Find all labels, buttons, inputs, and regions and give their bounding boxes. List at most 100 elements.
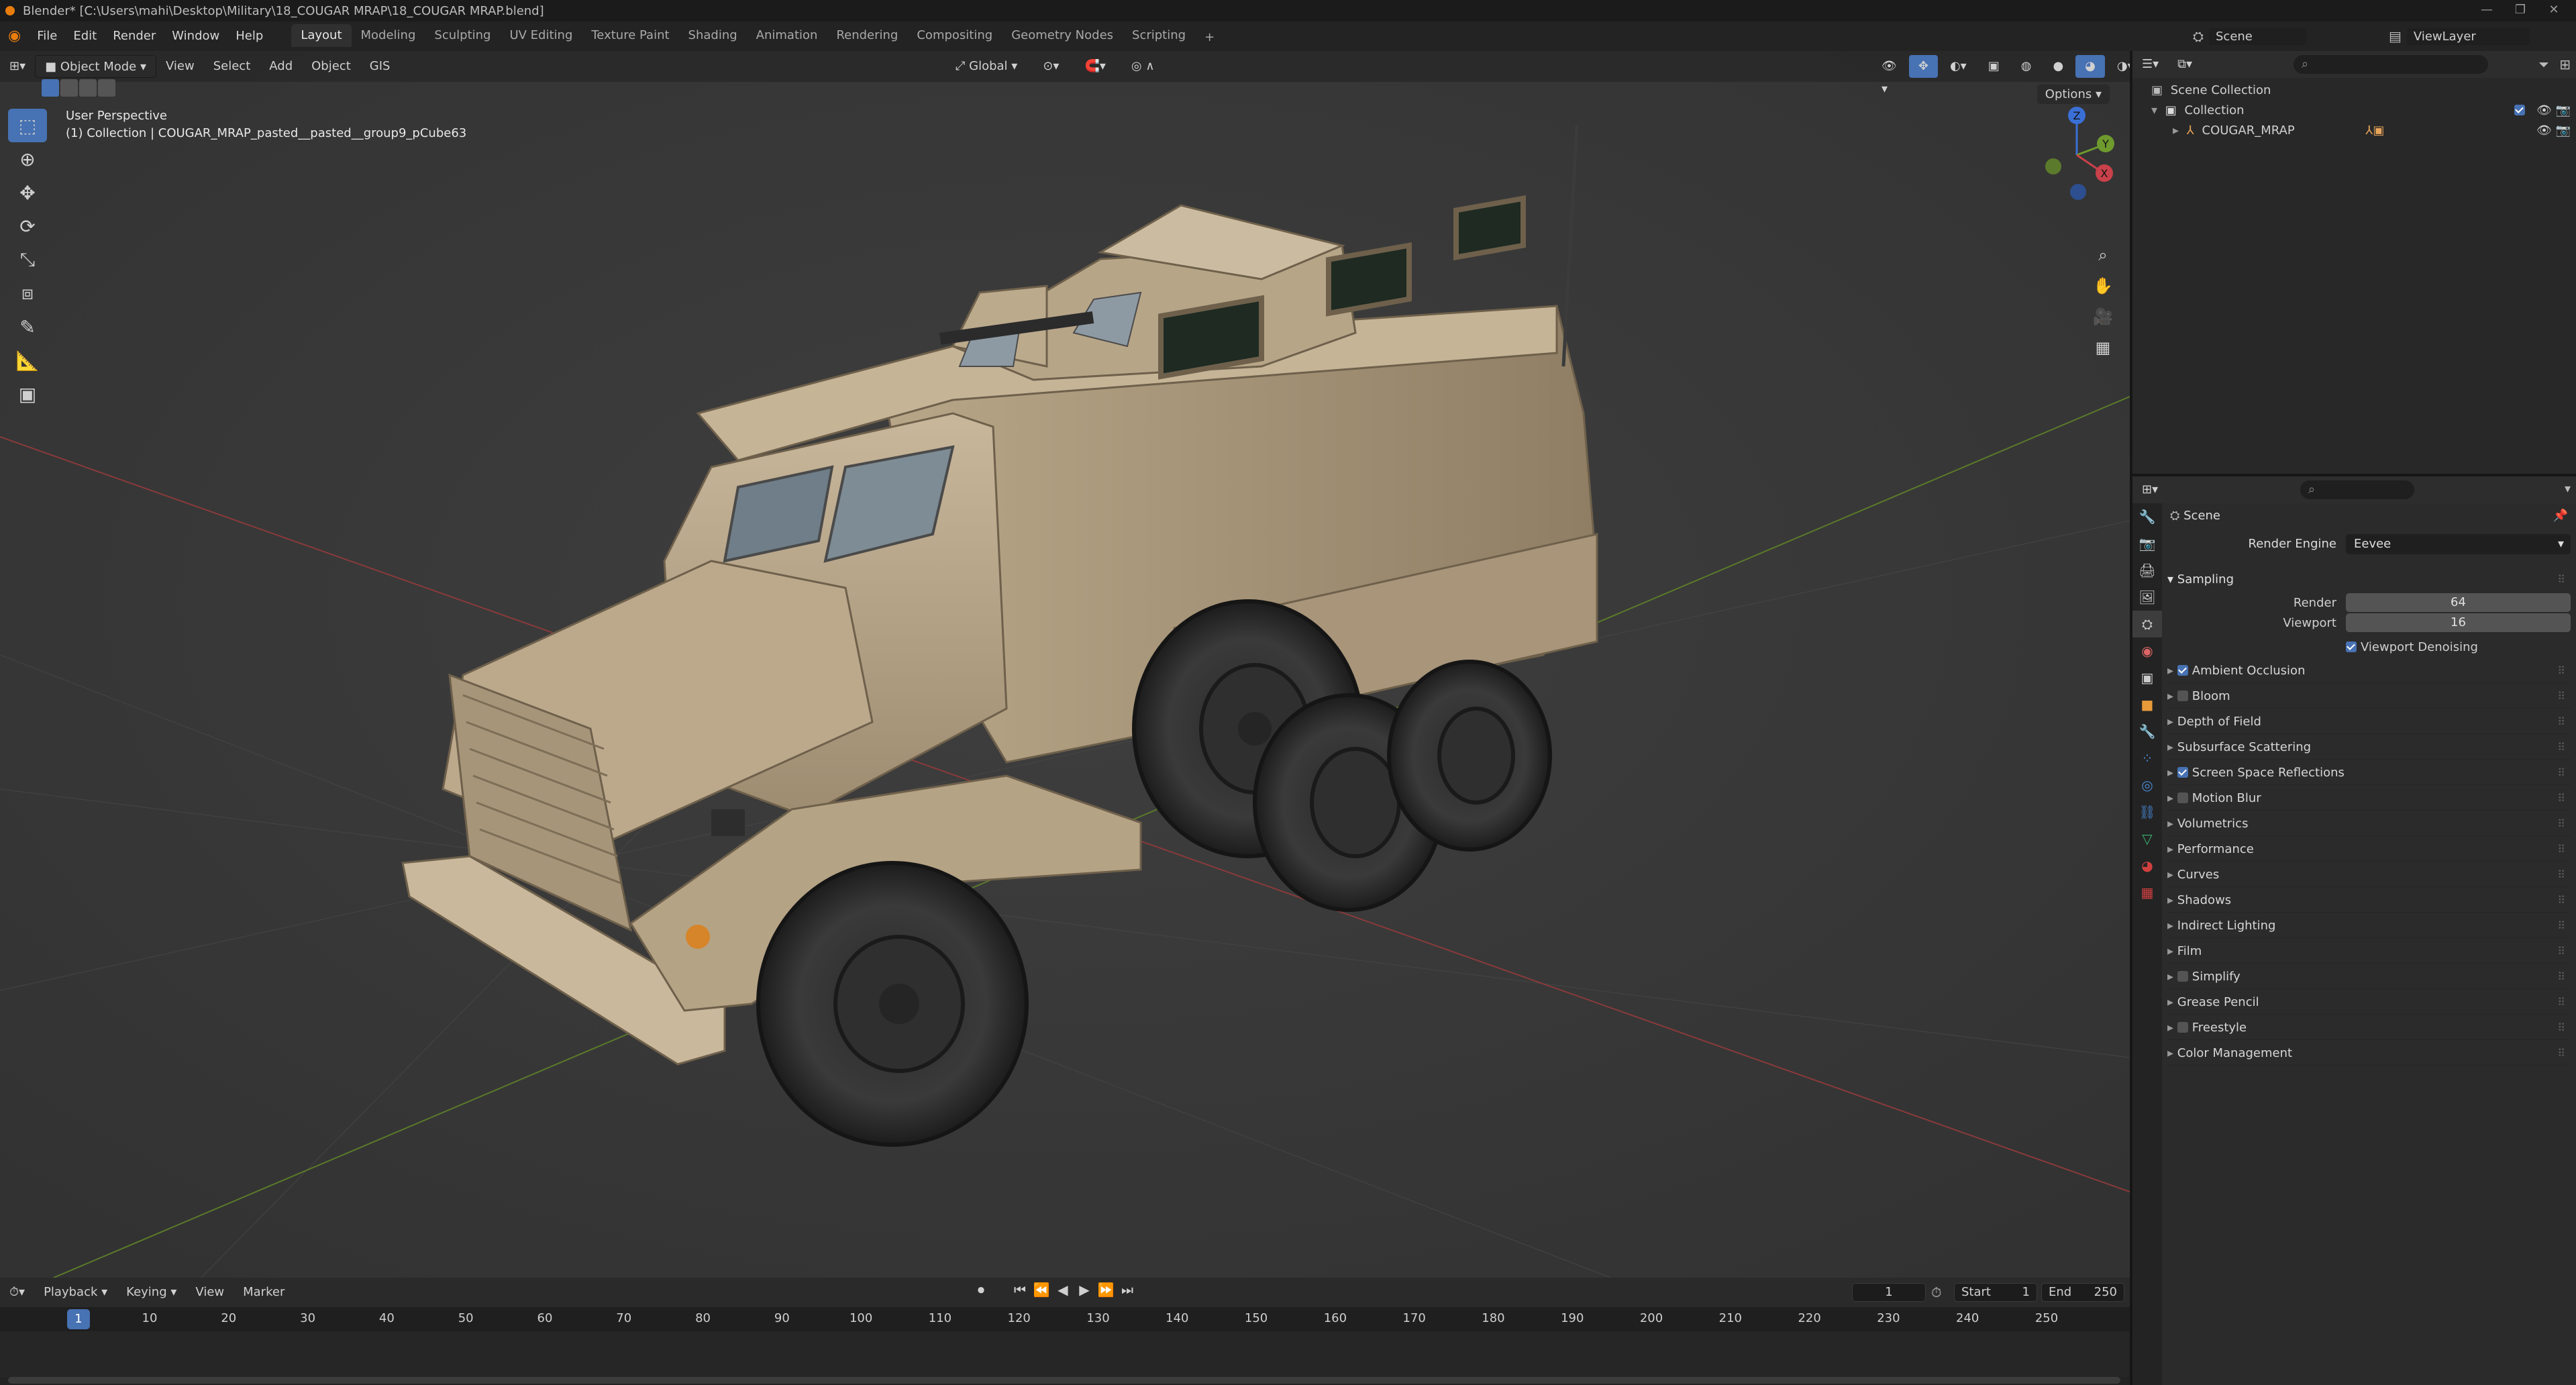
- section-expand-icon[interactable]: ▸: [2167, 740, 2177, 754]
- maximize-button[interactable]: ❐: [2505, 3, 2536, 19]
- section-expand-icon[interactable]: ▸: [2167, 664, 2177, 678]
- section-expand-icon[interactable]: ▸: [2167, 689, 2177, 703]
- section-grease-pencil[interactable]: ▸ Grease Pencil ⠿: [2167, 990, 2571, 1015]
- world-tab-icon[interactable]: ◉: [2132, 637, 2162, 664]
- section-expand-icon[interactable]: ▸: [2167, 817, 2177, 831]
- section-checkbox[interactable]: [2177, 665, 2188, 676]
- drag-handle-icon[interactable]: ⠿: [2557, 659, 2565, 683]
- drag-handle-icon[interactable]: ⠿: [2557, 939, 2565, 964]
- display-mode-icon[interactable]: ⧉▾: [2168, 53, 2202, 76]
- collection-render-icon[interactable]: 📷: [2556, 101, 2571, 121]
- workspace-tab-shading[interactable]: Shading: [679, 24, 747, 47]
- navigation-gizmo[interactable]: Z Y X: [2033, 105, 2120, 205]
- transform-tool-icon[interactable]: ⧈: [8, 276, 47, 310]
- drag-handle-icon[interactable]: ⠿: [2557, 710, 2565, 734]
- drag-handle-icon[interactable]: ⠿: [2557, 888, 2565, 913]
- timeline-scrollbar[interactable]: [8, 1377, 2120, 1384]
- drag-handle-icon[interactable]: ⠿: [2557, 684, 2565, 709]
- zoom-icon[interactable]: ⌕: [2088, 240, 2118, 270]
- samples-render-field[interactable]: 64: [2346, 593, 2571, 612]
- shading-wireframe-icon[interactable]: ◍: [2012, 55, 2041, 78]
- drag-handle-icon[interactable]: ⠿: [2557, 863, 2565, 887]
- sampling-section-header[interactable]: ▾ Sampling ⠿: [2167, 568, 2571, 592]
- pivot-point-icon[interactable]: ⊙▾: [1033, 55, 1068, 78]
- collapse-arrow-icon[interactable]: ▸: [2173, 123, 2179, 138]
- outliner-row-cougar-mrap[interactable]: ▸ ⅄ COUGAR_MRAP ⅄▣ 👁 📷: [2132, 121, 2576, 141]
- section-expand-icon[interactable]: ▸: [2167, 842, 2177, 856]
- section-depth-of-field[interactable]: ▸ Depth of Field ⠿: [2167, 710, 2571, 734]
- properties-options-icon[interactable]: ▾: [2565, 482, 2571, 496]
- shading-solid-icon[interactable]: ●: [2043, 55, 2073, 78]
- object-visibility-icon[interactable]: 👁: [2536, 121, 2552, 141]
- section-ambient-occlusion[interactable]: ▸ Ambient Occlusion ⠿: [2167, 659, 2571, 683]
- end-frame-field[interactable]: End 250: [2041, 1283, 2124, 1302]
- view-layer-tab-icon[interactable]: 🖼: [2132, 584, 2162, 611]
- tool-tab-icon[interactable]: 🔧: [2132, 503, 2162, 530]
- outliner-row-collection[interactable]: ▾ ▣ Collection 👁 📷: [2132, 101, 2576, 121]
- scale-tool-icon[interactable]: ⤡: [8, 243, 47, 276]
- drag-handle-icon[interactable]: ⠿: [2557, 761, 2565, 785]
- editor-type-icon[interactable]: ⊞▾: [0, 55, 35, 78]
- section-expand-icon[interactable]: ▸: [2167, 1046, 2177, 1060]
- options-dropdown[interactable]: Options ▾: [2037, 85, 2110, 104]
- drag-handle-icon[interactable]: ⠿: [2557, 812, 2565, 836]
- annotate-tool-icon[interactable]: ✎: [8, 310, 47, 344]
- properties-editor-type-icon[interactable]: ⊞▾: [2132, 478, 2167, 501]
- workspace-tab-rendering[interactable]: Rendering: [827, 24, 907, 47]
- section-expand-icon[interactable]: ▸: [2167, 715, 2177, 729]
- current-frame-field[interactable]: 1: [1852, 1283, 1926, 1302]
- section-shadows[interactable]: ▸ Shadows ⠿: [2167, 888, 2571, 913]
- menu-playback[interactable]: Playback ▾: [34, 1281, 117, 1304]
- menu-view[interactable]: View: [156, 55, 204, 78]
- viewport-denoising-checkbox[interactable]: Viewport Denoising: [2346, 640, 2478, 654]
- select-subtract-icon[interactable]: [79, 79, 97, 97]
- modifier-tab-icon[interactable]: 🔧: [2132, 718, 2162, 745]
- select-intersect-icon[interactable]: [98, 79, 115, 97]
- section-expand-icon[interactable]: ▸: [2167, 995, 2177, 1009]
- jump-end-icon[interactable]: ⏭: [1118, 1282, 1137, 1298]
- drag-handle-icon[interactable]: ⠿: [2557, 786, 2565, 811]
- drag-handle-icon[interactable]: ⠿: [2557, 568, 2565, 592]
- drag-handle-icon[interactable]: ⠿: [2557, 1041, 2565, 1066]
- workspace-tab-layout[interactable]: Layout: [291, 24, 352, 47]
- section-expand-icon[interactable]: ▸: [2167, 868, 2177, 882]
- viewlayer-selector[interactable]: ▤ ViewLayer: [2389, 25, 2530, 47]
- outliner-row-scene-collection[interactable]: ▣ Scene Collection: [2132, 81, 2576, 101]
- drag-handle-icon[interactable]: ⠿: [2557, 837, 2565, 862]
- visibility-icon[interactable]: 👁▾: [1872, 55, 1906, 96]
- transform-orientation-dropdown[interactable]: ⤢ Global ▾: [946, 55, 1027, 78]
- timeline-editor-type-icon[interactable]: ⏱▾: [0, 1281, 34, 1304]
- play-icon[interactable]: ▶: [1075, 1282, 1094, 1298]
- section-screen-space-reflections[interactable]: ▸ Screen Space Reflections ⠿: [2167, 761, 2571, 785]
- render-engine-dropdown[interactable]: Eevee ▾: [2346, 534, 2571, 554]
- mode-dropdown[interactable]: ■ Object Mode ▾: [35, 55, 157, 78]
- drag-handle-icon[interactable]: ⠿: [2557, 735, 2565, 760]
- section-checkbox[interactable]: [2177, 792, 2188, 803]
- blender-menu-icon[interactable]: ◉: [0, 21, 29, 51]
- object-render-icon[interactable]: 📷: [2556, 121, 2571, 141]
- record-icon[interactable]: ⏺: [970, 1282, 992, 1298]
- filter-icon[interactable]: ⏷: [2538, 56, 2549, 72]
- pan-hand-icon[interactable]: ✋: [2088, 271, 2118, 301]
- select-box-tool-icon[interactable]: ⬚: [8, 109, 47, 142]
- constraints-tab-icon[interactable]: ⛓: [2132, 799, 2162, 825]
- pin-icon[interactable]: 📌: [2553, 509, 2568, 523]
- properties-search-input[interactable]: ⌕: [2300, 480, 2414, 499]
- camera-view-icon[interactable]: 🎥: [2088, 302, 2118, 331]
- close-button[interactable]: ✕: [2538, 3, 2569, 19]
- measure-tool-icon[interactable]: 📐: [8, 344, 47, 377]
- menu-file[interactable]: File: [29, 21, 65, 51]
- section-expand-icon[interactable]: ▸: [2167, 970, 2177, 984]
- menu-object[interactable]: Object: [302, 55, 360, 78]
- xray-icon[interactable]: ▣: [1979, 55, 2009, 78]
- gizmo-neg-z-icon[interactable]: [2070, 184, 2086, 200]
- outliner-search-input[interactable]: ⌕: [2294, 55, 2488, 74]
- snap-icon[interactable]: 🧲▾: [1075, 55, 1115, 78]
- menu-help[interactable]: Help: [227, 21, 271, 51]
- workspace-tab-modeling[interactable]: Modeling: [352, 24, 425, 47]
- section-simplify[interactable]: ▸ Simplify ⠿: [2167, 965, 2571, 989]
- menu-keying[interactable]: Keying ▾: [117, 1281, 186, 1304]
- section-expand-icon[interactable]: ▸: [2167, 893, 2177, 907]
- proportional-edit-icon[interactable]: ◎ ∧: [1122, 55, 1164, 78]
- workspace-tab-texture-paint[interactable]: Texture Paint: [582, 24, 678, 47]
